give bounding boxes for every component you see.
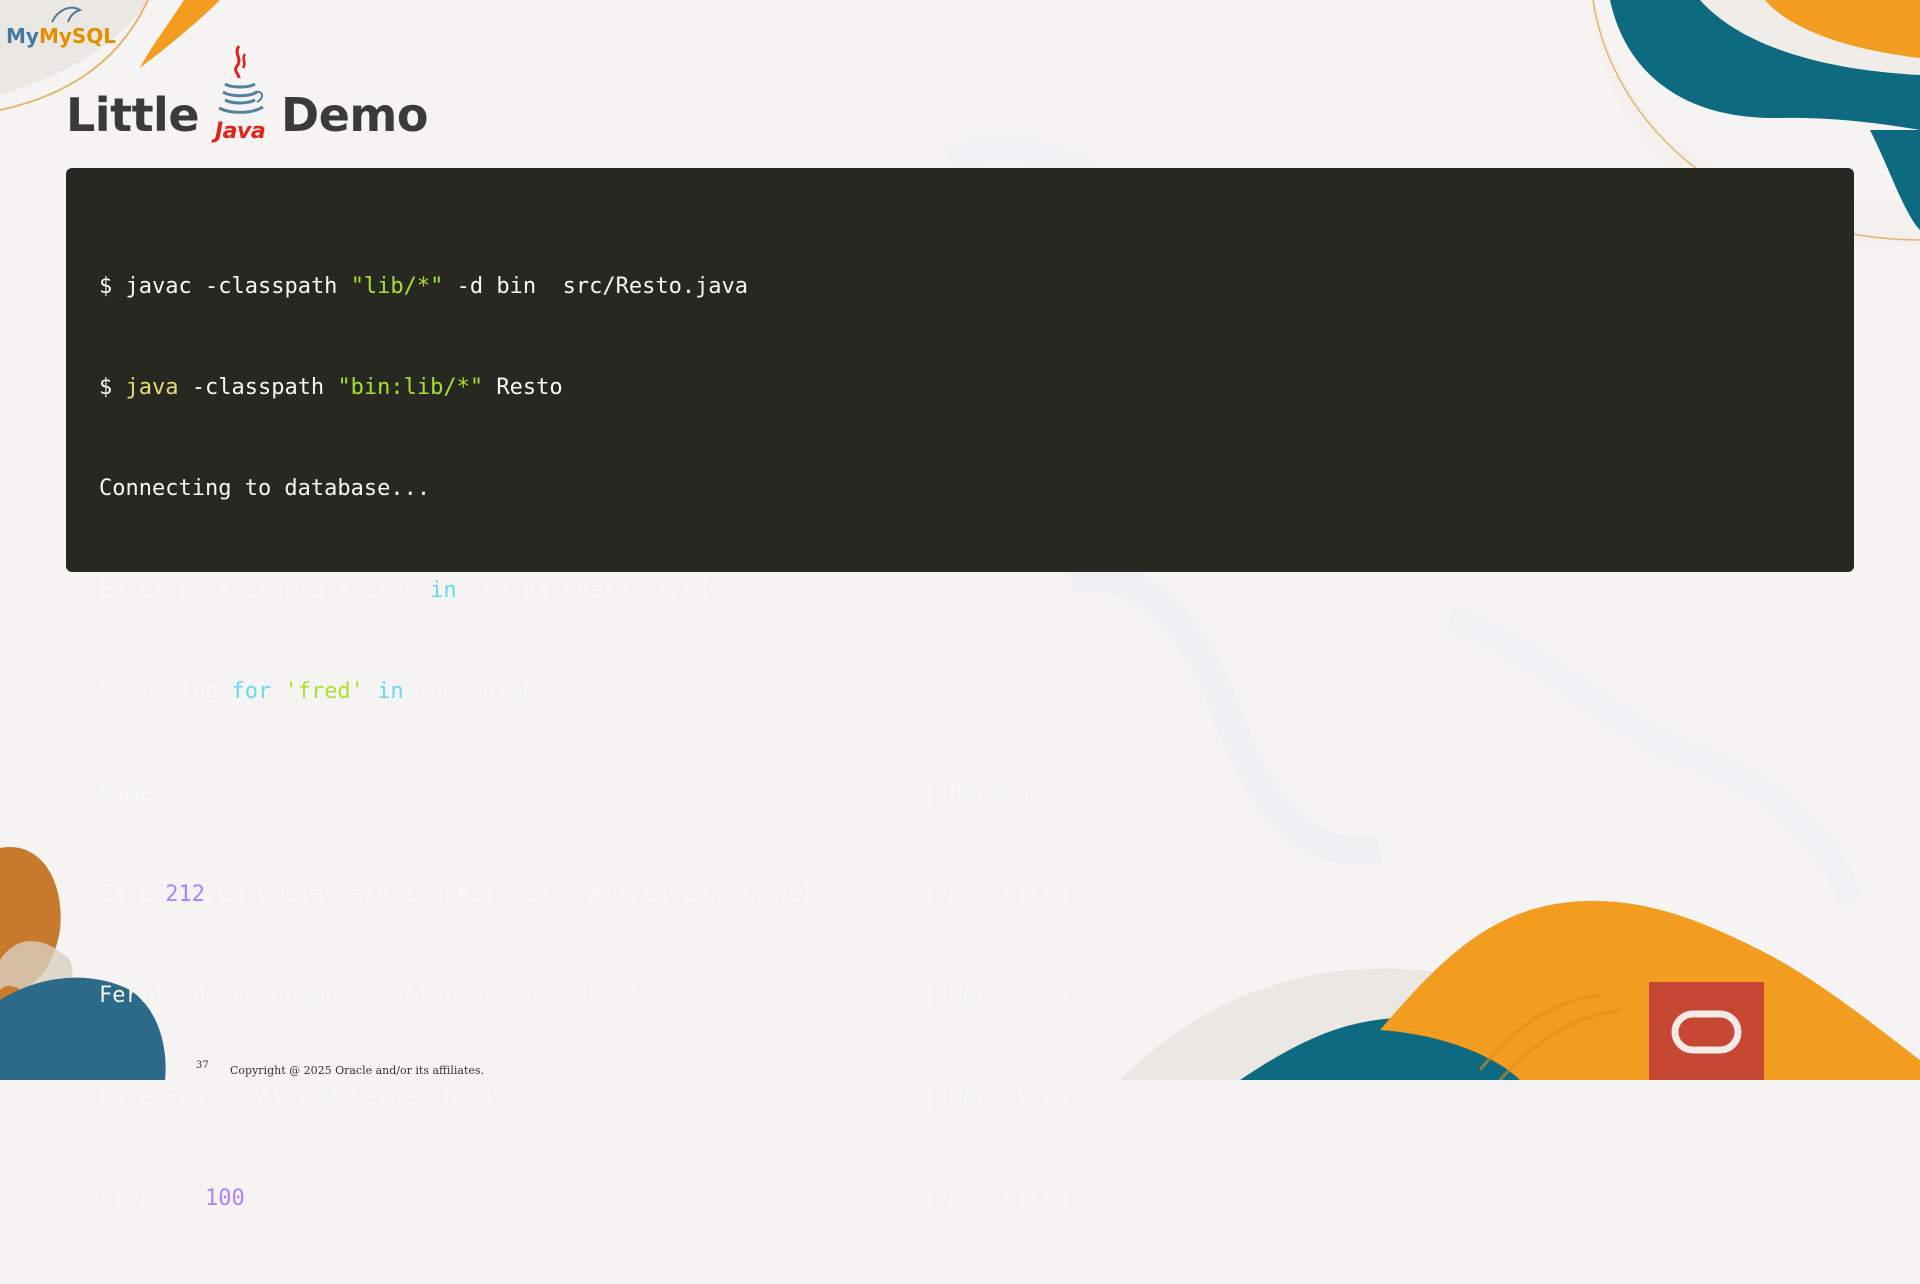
table-row: Cafe East - Alfred Lerner Hall | Manhatta… bbox=[99, 1084, 1069, 1110]
slide-title: Little Java Demo bbox=[66, 45, 428, 146]
page-number: 37 bbox=[196, 1060, 209, 1071]
title-word-demo: Demo bbox=[281, 88, 428, 142]
java-logo: Java bbox=[209, 44, 271, 144]
mysql-logo: MyMySQL bbox=[6, 6, 116, 48]
dolphin-icon bbox=[51, 6, 83, 23]
terminal-line: Enter a string to search in the database… bbox=[99, 577, 709, 603]
terminal-line: Connecting to database... bbox=[99, 476, 431, 502]
title-word-little: Little bbox=[66, 88, 200, 142]
table-row: Ferris Booth Commons - Alfred Lerner Hal… bbox=[99, 983, 1069, 1009]
oracle-o-icon bbox=[1671, 1010, 1742, 1054]
table-header: Name: | Borough: bbox=[99, 780, 1056, 806]
terminal-line: $ java -classpath "bin:lib/*" Resto bbox=[99, 374, 563, 400]
java-logo-text: Java bbox=[211, 119, 265, 144]
terminal-line: Searching for 'fred' in the database... bbox=[99, 679, 616, 705]
oracle-logo bbox=[1649, 982, 1764, 1080]
table-row: Alfredo 100 | Manhattan bbox=[99, 1186, 1069, 1212]
terminal-line: $ javac -classpath "lib/*" -d bin src/Re… bbox=[99, 273, 749, 299]
copyright-text: Copyright @ 2025 Oracle and/or its affil… bbox=[230, 1064, 485, 1077]
java-cup-icon: Java bbox=[211, 45, 266, 144]
terminal-output: $ javac -classpath "lib/*" -d bin src/Re… bbox=[66, 168, 1854, 1211]
table-row: Cafe 212/Columbia Catering Kitchen - Alf… bbox=[99, 881, 1069, 907]
